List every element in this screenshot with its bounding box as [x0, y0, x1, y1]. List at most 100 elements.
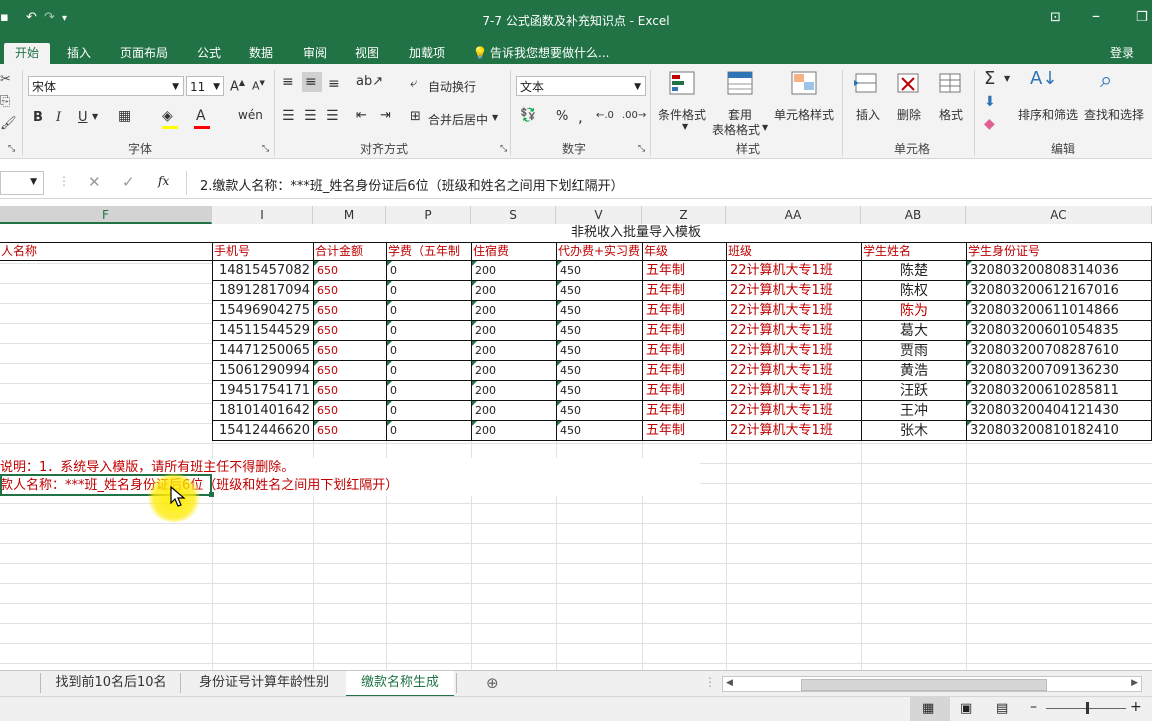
fill-color-icon[interactable]: ◈ — [162, 108, 173, 124]
underline-button[interactable]: U — [78, 110, 88, 125]
fill-handle[interactable] — [209, 492, 214, 497]
table-cell[interactable]: 0 — [386, 340, 472, 361]
column-header-aa[interactable]: AA — [726, 206, 861, 224]
worksheet-grid[interactable]: 非税收入批量导入模板 人名称 手机号 合计金额 学费（五年制 住宿费 代办费+实习费 年级班… — [0, 224, 1152, 670]
tab-addins[interactable]: 加载项 — [400, 43, 454, 64]
table-cell[interactable]: 320803200610285811 — [966, 380, 1152, 401]
table-cell[interactable]: 650 — [313, 360, 387, 381]
page-break-view-icon[interactable]: ▤ — [996, 701, 1008, 716]
tab-view[interactable]: 视图 — [346, 43, 388, 64]
scroll-thumb[interactable] — [801, 679, 1047, 691]
decrease-decimal-icon[interactable]: .00→ — [622, 110, 646, 121]
note-line-1[interactable]: 说明：1．系统导入模版，请所有班主任不得删除。 — [0, 458, 700, 478]
column-header-ac[interactable]: AC — [966, 206, 1152, 224]
table-cell[interactable]: 14511544529 — [212, 320, 314, 341]
table-cell[interactable]: 200 — [471, 300, 557, 321]
table-cell[interactable]: 五年制 — [642, 300, 727, 321]
table-cell[interactable]: 450 — [556, 300, 643, 321]
table-cell[interactable]: 0 — [386, 420, 472, 441]
table-cell[interactable]: 陈权 — [861, 280, 967, 301]
table-cell[interactable]: 五年制 — [642, 420, 727, 441]
table-cell[interactable]: 0 — [386, 260, 472, 281]
login-link[interactable]: 登录 — [1104, 43, 1140, 64]
increase-decimal-icon[interactable]: ←.0 — [596, 110, 614, 121]
font-launcher-icon[interactable]: ⤡ — [262, 144, 269, 154]
table-cell[interactable]: 0 — [386, 360, 472, 381]
table-cell-empty[interactable] — [0, 420, 212, 440]
table-cell-empty[interactable] — [0, 260, 212, 280]
tell-me-search[interactable]: 告诉我您想要做什么... — [490, 43, 620, 64]
table-cell[interactable]: 650 — [313, 260, 387, 281]
autosum-icon[interactable]: Σ — [984, 68, 995, 89]
table-cell[interactable]: 650 — [313, 300, 387, 321]
clipboard-launcher-icon[interactable]: ⤡ — [8, 144, 15, 154]
cell-styles-icon[interactable] — [790, 70, 818, 96]
minimize-icon[interactable]: – — [1092, 6, 1100, 25]
table-cell[interactable]: 200 — [471, 280, 557, 301]
table-cell[interactable]: 王冲 — [861, 400, 967, 421]
table-cell[interactable]: 22计算机大专1班 — [726, 380, 862, 401]
table-cell[interactable]: 五年制 — [642, 340, 727, 361]
sort-filter-icon[interactable]: A↓ — [1030, 68, 1057, 89]
table-cell[interactable]: 五年制 — [642, 380, 727, 401]
table-cell-empty[interactable] — [0, 380, 212, 400]
name-box[interactable]: ▼ — [0, 171, 44, 195]
currency-icon[interactable]: 💱 — [520, 108, 536, 123]
table-cell[interactable]: 15496904275 — [212, 300, 314, 321]
alignment-launcher-icon[interactable]: ⤡ — [500, 144, 507, 154]
table-cell[interactable]: 650 — [313, 320, 387, 341]
insert-function-button[interactable]: fx — [158, 174, 169, 188]
wrap-text-icon[interactable]: ⤶ — [410, 76, 417, 91]
grow-font-icon[interactable]: A▲ — [230, 78, 245, 94]
align-center-icon[interactable]: ☰ — [304, 108, 317, 124]
table-cell[interactable]: 22计算机大专1班 — [726, 360, 862, 381]
table-cell-empty[interactable] — [0, 320, 212, 340]
table-cell[interactable]: 五年制 — [642, 280, 727, 301]
table-cell[interactable]: 320803200404121430 — [966, 400, 1152, 421]
table-cell[interactable]: 650 — [313, 420, 387, 441]
table-cell[interactable]: 黄浩 — [861, 360, 967, 381]
table-cell[interactable]: 0 — [386, 300, 472, 321]
table-cell[interactable]: 葛大 — [861, 320, 967, 341]
table-cell[interactable]: 贾雨 — [861, 340, 967, 361]
formula-input[interactable]: 2.缴款人名称：***班_姓名身份证后6位（班级和姓名之间用下划红隔开） — [200, 175, 624, 194]
find-select-button[interactable]: 查找和选择 — [1084, 106, 1144, 123]
table-cell[interactable]: 19451754171 — [212, 380, 314, 401]
table-cell[interactable]: 320803200611014866 — [966, 300, 1152, 321]
merge-center-button[interactable]: 合并后居中 — [428, 111, 488, 128]
bold-button[interactable]: B — [33, 110, 43, 125]
table-cell[interactable]: 陈楚 — [861, 260, 967, 281]
table-cell[interactable]: 450 — [556, 420, 643, 441]
format-cells-button[interactable]: 格式 — [939, 106, 963, 123]
table-cell[interactable]: 320803200708287610 — [966, 340, 1152, 361]
cut-icon[interactable]: ✂ — [0, 72, 11, 87]
decrease-indent-icon[interactable]: ⇤ — [356, 108, 367, 123]
enter-icon[interactable]: ✓ — [122, 173, 135, 191]
number-launcher-icon[interactable]: ⤡ — [638, 144, 645, 154]
italic-button[interactable]: I — [56, 110, 61, 125]
table-cell[interactable]: 450 — [556, 320, 643, 341]
cell-styles-button[interactable]: 单元格样式 — [774, 106, 834, 123]
table-cell[interactable]: 五年制 — [642, 360, 727, 381]
phonetic-icon[interactable]: wén — [238, 108, 263, 122]
delete-cells-button[interactable]: 删除 — [897, 106, 921, 123]
add-sheet-icon[interactable]: ⊕ — [486, 674, 499, 692]
table-cell[interactable]: 陈为 — [861, 300, 967, 321]
table-cell-empty[interactable] — [0, 300, 212, 320]
format-painter-icon[interactable]: 🖌 — [0, 116, 17, 131]
table-cell[interactable]: 650 — [313, 400, 387, 421]
align-middle-icon[interactable]: ≡ — [305, 74, 317, 90]
wrap-text-button[interactable]: 自动换行 — [428, 78, 476, 95]
tab-split-grip-icon[interactable]: ⋮ — [704, 675, 716, 689]
column-header-f[interactable]: F — [0, 206, 212, 224]
table-cell[interactable]: 18101401642 — [212, 400, 314, 421]
table-cell-empty[interactable] — [0, 340, 212, 360]
shrink-font-icon[interactable]: A▼ — [252, 79, 265, 93]
table-cell[interactable]: 22计算机大专1班 — [726, 260, 862, 281]
zoom-out-icon[interactable]: – — [1030, 699, 1037, 715]
font-size-select[interactable]: 11 ▼ — [186, 76, 224, 96]
table-cell[interactable]: 650 — [313, 380, 387, 401]
comma-icon[interactable]: , — [578, 108, 583, 126]
table-cell[interactable]: 200 — [471, 420, 557, 441]
tab-formulas[interactable]: 公式 — [188, 43, 230, 64]
